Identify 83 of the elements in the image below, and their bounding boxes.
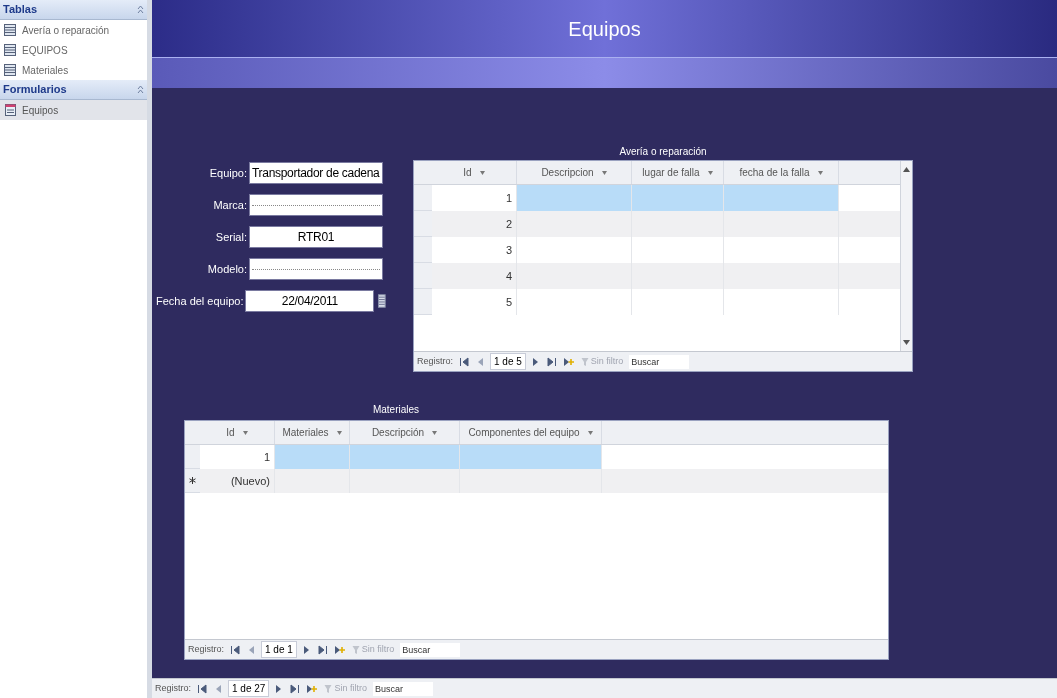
last-record-icon[interactable] [544,356,557,367]
group-header[interactable]: Formularios [0,80,147,100]
search-field[interactable]: Buscar [629,354,690,369]
input-field[interactable]: Transportador de cadena [249,162,383,184]
collapse-icon[interactable] [137,5,144,14]
dropdown-arrow-icon[interactable] [336,430,342,435]
input-field[interactable]: 22/04/2011 [245,290,375,312]
new-record-icon[interactable] [306,683,319,694]
column-header[interactable]: Materiales [275,421,350,444]
dropdown-arrow-icon[interactable] [479,170,485,175]
scrollbar[interactable] [900,161,912,351]
calendar-icon[interactable] [378,294,386,308]
input-field[interactable] [249,194,383,216]
input-field[interactable] [249,258,383,280]
next-record-icon[interactable] [275,683,283,694]
dropdown-arrow-icon[interactable] [707,170,713,175]
header-label: Componentes del equipo [468,426,580,440]
scroll-up-icon[interactable] [903,167,910,172]
column-header[interactable]: Descripcion [517,161,632,184]
record-position-field[interactable]: 1 de 1 [261,641,297,658]
group-header[interactable]: Tablas [0,0,147,20]
header-label: fecha de la falla [739,166,810,180]
dropdown-arrow-icon[interactable] [242,430,248,435]
navigator-label: Registro: [155,681,191,695]
first-record-icon[interactable] [459,356,471,367]
previous-record-icon[interactable] [215,683,222,694]
header-label: lugar de falla [642,166,700,180]
field-label: Modelo: [206,261,248,277]
dropdown-arrow-icon[interactable] [432,430,438,435]
table-icon[interactable] [4,44,16,56]
group-title: Formularios [3,82,67,98]
table-cell: (Nuevo) [200,469,275,493]
field-label: Serial: [214,229,248,245]
new-record-icon[interactable] [562,356,575,367]
scroll-down-icon[interactable] [903,340,910,345]
navigator-label: Registro: [188,642,224,656]
form-icon[interactable] [4,104,16,116]
column-header[interactable]: Descripción [350,421,460,444]
column-header[interactable]: fecha de la falla [724,161,839,184]
search-field[interactable]: Buscar [400,642,461,657]
item-label: Materiales [22,63,69,78]
column-header[interactable]: Componentes del equipo [460,421,602,444]
table-icon[interactable] [4,64,16,76]
header-label: Materiales [282,426,329,440]
next-record-icon[interactable] [531,356,539,367]
new-record-icon[interactable] [333,644,346,655]
new-row-icon[interactable] [189,477,196,484]
item-label: Equipos [22,103,59,118]
last-record-icon[interactable] [288,683,301,694]
navigator-label: Registro: [417,354,453,368]
dropdown-arrow-icon[interactable] [587,430,593,435]
group-title: Tablas [3,2,38,18]
input-field[interactable]: RTR01 [249,226,383,248]
column-header[interactable]: Id [432,161,517,184]
first-record-icon[interactable] [230,644,242,655]
item-label: Avería o reparación [22,23,110,38]
next-record-icon[interactable] [302,644,310,655]
previous-record-icon[interactable] [248,644,255,655]
column-header[interactable]: lugar de falla [632,161,724,184]
item-label: EQUIPOS [22,43,68,58]
field-label: Marca: [212,197,248,213]
record-position-field[interactable]: 1 de 5 [490,353,526,370]
collapse-icon[interactable] [137,85,144,94]
first-record-icon[interactable] [197,683,209,694]
header-label: Id [226,426,235,440]
form-title: Equipos [568,16,641,42]
subform-title: Materiales [371,403,421,416]
subform-title: Avería o reparación [618,145,708,158]
last-record-icon[interactable] [315,644,328,655]
header-label: Descripcion [541,166,594,180]
table-icon[interactable] [4,24,16,36]
field-label: Equipo: [208,165,248,181]
table-cell: 5 [432,289,517,315]
field-label: Fecha del equipo: [156,293,245,309]
dropdown-arrow-icon[interactable] [601,170,607,175]
header-label: Descripción [371,426,425,440]
record-position-field[interactable]: 1 de 27 [228,680,270,697]
navigation-item[interactable]: Equipos [0,100,147,120]
previous-record-icon[interactable] [477,356,484,367]
dropdown-arrow-icon[interactable] [817,170,823,175]
header-label: Id [463,166,472,180]
column-header[interactable]: Id [200,421,275,444]
search-field[interactable]: Buscar [372,681,433,696]
